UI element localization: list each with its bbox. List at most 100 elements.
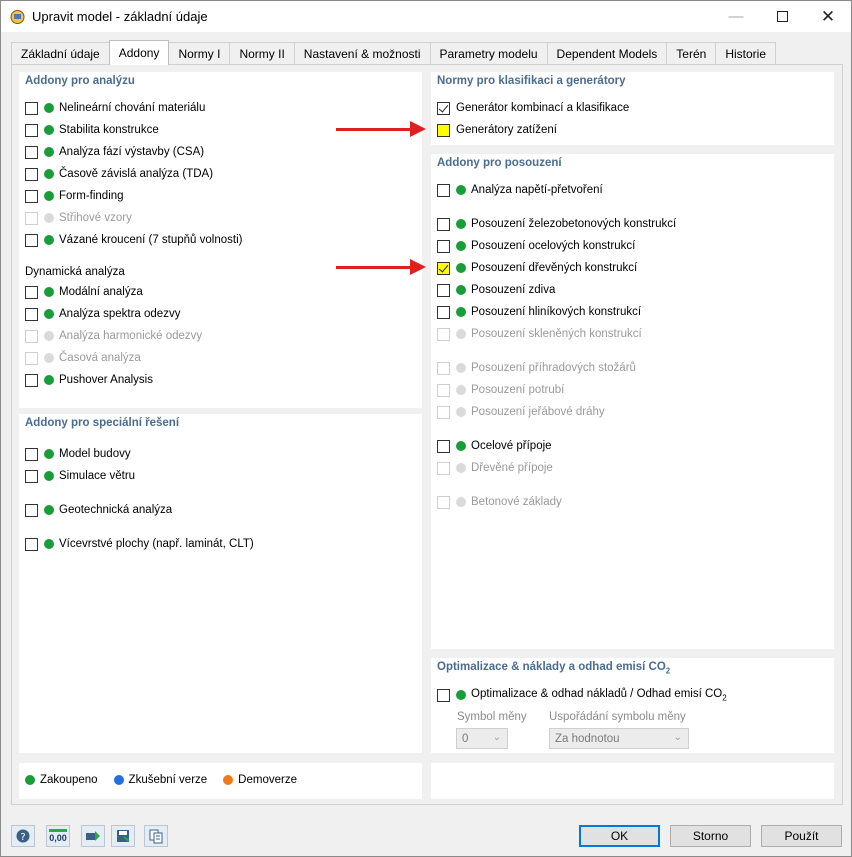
purchased-dot-icon [456, 285, 466, 295]
help-icon: ? [16, 829, 30, 843]
purchased-dot-icon [456, 441, 466, 451]
addon-row[interactable]: Ocelové přípoje [437, 437, 552, 455]
purchased-dot-icon [456, 185, 466, 195]
checkbox[interactable] [25, 469, 38, 483]
addon-row[interactable]: Časově závislá analýza (TDA) [25, 165, 213, 183]
tab-norms-1[interactable]: Normy I [168, 42, 231, 65]
norms-panel: Normy pro klasifikaci a generátory Gener… [431, 72, 834, 145]
checkbox [25, 329, 38, 343]
addon-row[interactable]: Analýza napětí-přetvoření [437, 181, 603, 199]
tab-model-parameters[interactable]: Parametry modelu [429, 42, 548, 65]
addon-label: Modální analýza [59, 286, 143, 298]
addon-row[interactable]: Form-finding [25, 187, 124, 205]
checkbox[interactable] [437, 439, 450, 453]
addon-row: Střihové vzory [25, 209, 132, 227]
tab-dependent-models[interactable]: Dependent Models [546, 42, 668, 65]
addon-row[interactable]: Posouzení ocelových konstrukcí [437, 237, 635, 255]
checkbox[interactable] [437, 688, 450, 702]
legend-demo: Demoverze [223, 774, 297, 786]
checkbox-checked-highlighted[interactable] [437, 261, 450, 275]
addon-label: Pushover Analysis [59, 374, 153, 386]
addon-row[interactable]: Posouzení dřevěných konstrukcí [437, 259, 637, 277]
purchased-dot-icon [44, 147, 54, 157]
addon-row[interactable]: Nelineární chování materiálu [25, 99, 205, 117]
purchased-dot-icon [456, 263, 466, 273]
title-bar: Upravit model - základní údaje — ✕ [1, 1, 851, 32]
addon-row[interactable]: Posouzení hliníkových konstrukcí [437, 303, 641, 321]
checkbox[interactable] [25, 101, 38, 115]
checkbox [437, 461, 450, 475]
special-solutions-panel: Addony pro speciální řešení Model budovy… [19, 414, 422, 753]
checkbox[interactable] [25, 145, 38, 159]
unavailable-dot-icon [44, 353, 54, 363]
panel-title: Addony pro speciální řešení [25, 417, 180, 429]
norm-row[interactable]: Generátory zatížení [437, 121, 557, 139]
checkbox[interactable] [437, 283, 450, 297]
checkbox[interactable] [25, 233, 38, 247]
norm-row[interactable]: Generátor kombinací a klasifikace [437, 99, 629, 117]
norm-label: Generátor kombinací a klasifikace [456, 102, 630, 114]
checkbox[interactable] [25, 167, 38, 181]
checkbox-checked[interactable] [437, 101, 450, 115]
addon-row[interactable]: Geotechnická analýza [25, 501, 172, 519]
tab-addons[interactable]: Addony [108, 40, 170, 65]
apply-button[interactable]: Použít [761, 825, 842, 847]
addon-row[interactable]: Model budovy [25, 445, 131, 463]
addon-row[interactable]: Pushover Analysis [25, 371, 153, 389]
addon-row[interactable]: Posouzení železobetonových konstrukcí [437, 215, 676, 233]
checkbox[interactable] [437, 239, 450, 253]
minimize-icon: — [728, 8, 744, 25]
addon-row[interactable]: Stabilita konstrukce [25, 121, 159, 139]
tab-norms-2[interactable]: Normy II [229, 42, 295, 65]
checkbox[interactable] [437, 217, 450, 231]
minimize-button[interactable]: — [713, 1, 759, 32]
maximize-button[interactable] [759, 1, 805, 32]
addon-row[interactable]: Vícevrstvé plochy (např. laminát, CLT) [25, 535, 254, 553]
addon-row: Dřevěné přípoje [437, 459, 553, 477]
chevron-down-icon: ⌄ [673, 732, 682, 743]
checkbox[interactable] [25, 189, 38, 203]
addon-label: Stabilita konstrukce [59, 124, 159, 136]
trial-dot-icon [113, 775, 124, 785]
tab-terrain[interactable]: Terén [666, 42, 717, 65]
analysis-addons-panel: Addony pro analýzu Nelineární chování ma… [19, 72, 422, 408]
tab-settings[interactable]: Nastavení & možnosti [293, 42, 431, 65]
close-button[interactable]: ✕ [805, 1, 851, 32]
addon-row[interactable]: Simulace větru [25, 467, 135, 485]
purchased-dot-icon [44, 125, 54, 135]
addon-row[interactable]: Optimalizace & odhad nákladů / Odhad emi… [437, 686, 727, 704]
copy-icon [149, 829, 163, 844]
checkbox[interactable] [25, 123, 38, 137]
checkbox[interactable] [437, 183, 450, 197]
copy-button[interactable] [144, 825, 168, 847]
checkbox[interactable] [25, 447, 38, 461]
addon-label: Nelineární chování materiálu [59, 102, 206, 114]
currency-order-select[interactable]: Za hodnotou ⌄ [549, 728, 689, 749]
empty-panel [431, 763, 834, 799]
checkbox[interactable] [25, 503, 38, 517]
checkbox[interactable] [25, 307, 38, 321]
addon-row[interactable]: Analýza fází výstavby (CSA) [25, 143, 204, 161]
unavailable-dot-icon [456, 463, 466, 473]
close-icon: ✕ [820, 6, 836, 26]
tab-basic-data[interactable]: Základní údaje [11, 42, 110, 65]
help-button[interactable]: ? [11, 825, 35, 847]
addon-row[interactable]: Posouzení zdiva [437, 281, 555, 299]
cancel-button[interactable]: Storno [670, 825, 751, 847]
units-button[interactable]: 0,00 [46, 825, 70, 847]
checkbox[interactable] [25, 285, 38, 299]
addon-row[interactable]: Vázané kroucení (7 stupňů volnosti) [25, 231, 242, 249]
purchased-dot-icon [44, 471, 54, 481]
tab-history[interactable]: Historie [715, 42, 776, 65]
app-icon [10, 10, 25, 24]
checkbox[interactable] [437, 305, 450, 319]
import-button[interactable] [81, 825, 105, 847]
save-settings-button[interactable] [111, 825, 135, 847]
addon-row[interactable]: Modální analýza [25, 283, 143, 301]
checkbox[interactable] [25, 537, 38, 551]
ok-button[interactable]: OK [579, 825, 660, 847]
checkbox[interactable] [25, 373, 38, 387]
currency-symbol-select[interactable]: 0 ⌄ [456, 728, 508, 749]
checkbox-highlighted[interactable] [437, 123, 450, 137]
addon-row[interactable]: Analýza spektra odezvy [25, 305, 180, 323]
